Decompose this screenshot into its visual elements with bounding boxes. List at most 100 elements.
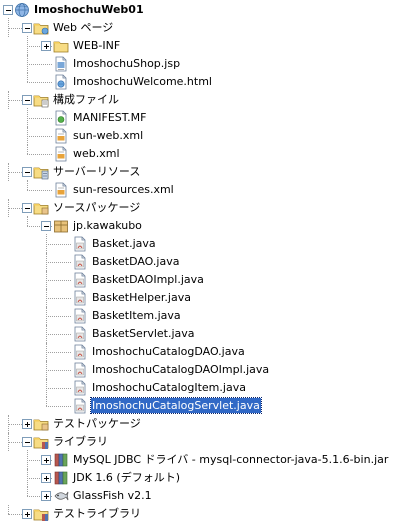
tree-node-item[interactable]: サーバーリソース [0, 163, 394, 181]
tree-node-label[interactable]: 構成ファイル [52, 92, 120, 107]
expand-toggle-icon[interactable] [22, 509, 32, 519]
tree-node-web-inf[interactable]: WEB-INF [0, 37, 394, 55]
tree-node-label[interactable]: ImoshochuCatalogServlet.java [90, 397, 262, 414]
tree-node-label[interactable]: ImoshochuWeb01 [33, 2, 145, 17]
tree-node-item[interactable]: ライブラリ [0, 433, 394, 451]
tree-node-label[interactable]: jp.kawakubo [72, 218, 143, 233]
tree-node-basket-java[interactable]: Basket.java [0, 235, 394, 253]
tree-node-label[interactable]: ImoshochuShop.jsp [72, 56, 181, 71]
manifest-file-icon [55, 110, 67, 126]
tree-node-imoshochushop-jsp[interactable]: ImoshochuShop.jsp [0, 55, 394, 73]
tree-node-label[interactable]: ImoshochuCatalogDAO.java [91, 344, 246, 359]
package-icon [54, 220, 68, 233]
collapse-toggle-icon[interactable] [22, 167, 32, 177]
tree-node-label[interactable]: sun-web.xml [72, 128, 144, 143]
java-file-icon [74, 398, 86, 414]
tree-node-item[interactable]: テストライブラリ [0, 505, 394, 523]
tree-node-label[interactable]: WEB-INF [72, 38, 121, 53]
tree-node-label[interactable]: ImoshochuCatalogDAOImpl.java [91, 362, 270, 377]
java-file-icon [74, 308, 86, 324]
jsp-file-icon [55, 56, 67, 72]
tree-node-label[interactable]: テストライブラリ [52, 506, 142, 521]
test-libraries-folder-icon [33, 509, 49, 521]
tree-node-label[interactable]: ImoshochuWelcome.html [72, 74, 213, 89]
tree-node-jp-kawakubo[interactable]: jp.kawakubo [0, 217, 394, 235]
tree-node-manifest-mf[interactable]: MANIFEST.MF [0, 109, 394, 127]
tree-node-label[interactable]: web.xml [72, 146, 121, 161]
source-packages-folder-icon [33, 203, 49, 215]
java-file-icon [74, 290, 86, 306]
tree-node-basketservlet-java[interactable]: BasketServlet.java [0, 325, 394, 343]
collapse-toggle-icon[interactable] [22, 203, 32, 213]
expand-toggle-icon[interactable] [41, 455, 51, 465]
glassfish-icon [54, 491, 69, 501]
tree-node-label[interactable]: MySQL JDBC ドライバ - mysql-connector-java-5… [72, 452, 389, 467]
java-file-icon [74, 344, 86, 360]
xml-file-icon [55, 182, 67, 198]
java-file-icon [74, 362, 86, 378]
config-folder-icon [33, 95, 49, 108]
tree-node-label[interactable]: JDK 1.6 (デフォルト) [72, 470, 181, 485]
jar-library-icon [54, 453, 68, 467]
tree-node-imoshochuweb01[interactable]: ImoshochuWeb01 [0, 1, 394, 19]
tree-node-label[interactable]: ソースパッケージ [52, 200, 141, 215]
tree-node-sun-web-xml[interactable]: sun-web.xml [0, 127, 394, 145]
tree-node-label[interactable]: BasketDAOImpl.java [91, 272, 205, 287]
tree-node-label[interactable]: BasketHelper.java [91, 290, 192, 305]
collapse-toggle-icon[interactable] [22, 437, 32, 447]
tree-node-item[interactable]: テストパッケージ [0, 415, 394, 433]
folder-icon [53, 41, 69, 53]
web-folder-icon [33, 23, 49, 35]
xml-file-icon [55, 146, 67, 162]
tree-node-label[interactable]: Web ページ [52, 20, 114, 35]
globe-project-icon [15, 3, 29, 17]
expand-toggle-icon[interactable] [41, 473, 51, 483]
tree-node-label[interactable]: サーバーリソース [52, 164, 141, 179]
collapse-toggle-icon[interactable] [41, 221, 51, 231]
test-packages-folder-icon [33, 419, 49, 431]
collapse-toggle-icon[interactable] [22, 95, 32, 105]
java-file-icon [74, 254, 86, 270]
tree-node-basketdao-java[interactable]: BasketDAO.java [0, 253, 394, 271]
tree-node-web[interactable]: Web ページ [0, 19, 394, 37]
collapse-toggle-icon[interactable] [3, 5, 13, 15]
java-file-icon [74, 326, 86, 342]
tree-node-label[interactable]: テストパッケージ [52, 416, 142, 431]
collapse-toggle-icon[interactable] [22, 23, 32, 33]
tree-node-imoshochucatalogservlet-java[interactable]: ImoshochuCatalogServlet.java [0, 397, 394, 415]
tree-node-mysql-jdbc-mysql-connector-java-5-1-6-bin-jar[interactable]: MySQL JDBC ドライバ - mysql-connector-java-5… [0, 451, 394, 469]
jdk-library-icon [54, 471, 68, 485]
tree-node-label[interactable]: BasketServlet.java [91, 326, 196, 341]
java-file-icon [74, 236, 86, 252]
tree-node-basketitem-java[interactable]: BasketItem.java [0, 307, 394, 325]
html-file-icon [55, 74, 67, 90]
tree-node-baskethelper-java[interactable]: BasketHelper.java [0, 289, 394, 307]
tree-node-item[interactable]: 構成ファイル [0, 91, 394, 109]
tree-node-label[interactable]: ImoshochuCatalogItem.java [91, 380, 247, 395]
expand-toggle-icon[interactable] [22, 419, 32, 429]
tree-node-label[interactable]: GlassFish v2.1 [72, 488, 153, 503]
tree-node-web-xml[interactable]: web.xml [0, 145, 394, 163]
tree-node-label[interactable]: BasketItem.java [91, 308, 182, 323]
project-tree: ImoshochuWeb01 Web ページ WEB-INF Imoshochu… [0, 0, 394, 527]
tree-node-label[interactable]: BasketDAO.java [91, 254, 180, 269]
tree-node-label[interactable]: sun-resources.xml [72, 182, 175, 197]
xml-file-icon [55, 128, 67, 144]
tree-node-basketdaoimpl-java[interactable]: BasketDAOImpl.java [0, 271, 394, 289]
tree-node-label[interactable]: Basket.java [91, 236, 157, 251]
expand-toggle-icon[interactable] [41, 41, 51, 51]
tree-node-imoshochucatalogitem-java[interactable]: ImoshochuCatalogItem.java [0, 379, 394, 397]
tree-node-sun-resources-xml[interactable]: sun-resources.xml [0, 181, 394, 199]
tree-node-label[interactable]: ライブラリ [52, 434, 109, 449]
server-resources-folder-icon [33, 167, 49, 180]
tree-node-imoshochucatalogdao-java[interactable]: ImoshochuCatalogDAO.java [0, 343, 394, 361]
tree-node-glassfish-v2-1[interactable]: GlassFish v2.1 [0, 487, 394, 505]
tree-node-item[interactable]: ソースパッケージ [0, 199, 394, 217]
tree-node-imoshochuwelcome-html[interactable]: ImoshochuWelcome.html [0, 73, 394, 91]
tree-node-label[interactable]: MANIFEST.MF [72, 110, 147, 125]
java-file-icon [74, 272, 86, 288]
expand-toggle-icon[interactable] [41, 491, 51, 501]
java-file-icon [74, 380, 86, 396]
tree-node-imoshochucatalogdaoimpl-java[interactable]: ImoshochuCatalogDAOImpl.java [0, 361, 394, 379]
tree-node-jdk-1-6[interactable]: JDK 1.6 (デフォルト) [0, 469, 394, 487]
